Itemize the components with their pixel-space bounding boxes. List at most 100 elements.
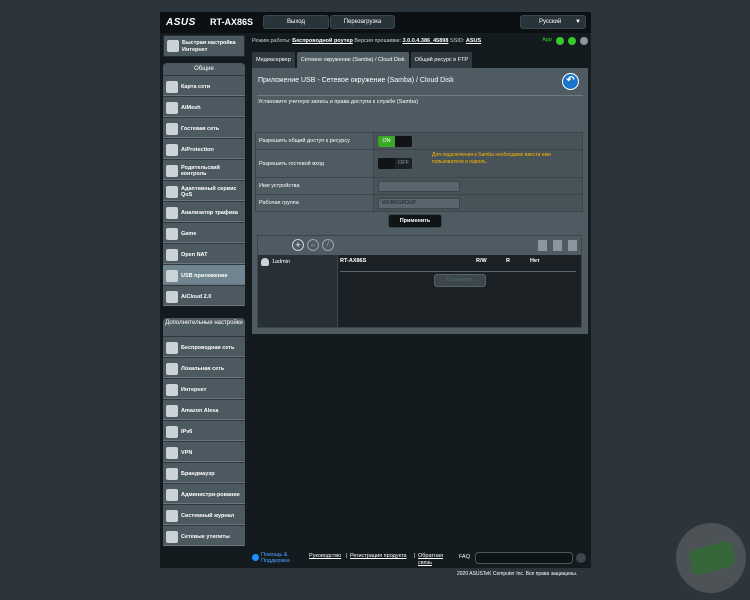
sidebar-item-advanced-4[interactable]: IPv6: [163, 420, 245, 441]
manual-link[interactable]: Руководство: [309, 553, 341, 559]
device-name-input[interactable]: [378, 180, 460, 192]
plus-icon: +: [295, 240, 301, 250]
guest-toggle[interactable]: OFF: [378, 158, 412, 169]
user-name: 1admin: [272, 259, 291, 265]
mode-link[interactable]: Беспроводной роутер: [292, 38, 353, 44]
guest-toggle-off: OFF: [398, 160, 409, 166]
footer: Помощь & Поддержка Руководство | Регистр…: [252, 552, 588, 566]
toggle-knob: [378, 158, 395, 169]
sidebar-item-advanced-1[interactable]: Локальная сеть: [163, 357, 245, 378]
qos-icon: [166, 186, 178, 198]
ssid-link[interactable]: ASUS: [466, 38, 481, 44]
sidebar-item-general-10[interactable]: AiCloud 2.0: [163, 285, 245, 306]
top-bar: ASUS RT-AX86S Выход Перезагрузка Русский…: [160, 12, 591, 33]
status-line: Режим работы: Беспроводной роутер Версия…: [252, 35, 588, 47]
faq-search-button[interactable]: [576, 553, 586, 563]
sidebar-item-label: VPN: [181, 449, 193, 456]
faq-search-input[interactable]: [475, 552, 573, 564]
sidebar-item-label: AiCloud 2.0: [181, 293, 212, 300]
sidebar-item-label: Сетевые утилиты: [181, 533, 230, 540]
sidebar-item-label: IPv6: [181, 428, 193, 435]
title-divider: [257, 95, 583, 96]
help-link[interactable]: Помощь & Поддержка: [261, 552, 297, 564]
sidebar-item-general-2[interactable]: Гостевая сеть: [163, 117, 245, 138]
language-select[interactable]: Русский ▼: [520, 15, 586, 29]
share-permissions-box: + − / 1admin RT-AX86S R/W R Нет Сохранит…: [257, 235, 582, 328]
usb-status-icon[interactable]: [580, 37, 588, 45]
quick-setup-icon: [167, 40, 179, 52]
tab-samba[interactable]: Сетевое окружение (Samba) / Cloud Disk: [296, 52, 409, 68]
open-nat-icon: [166, 249, 178, 261]
app-label[interactable]: App: [542, 37, 552, 45]
delete-folder-button[interactable]: [553, 240, 562, 251]
permissions-table: RT-AX86S R/W R Нет: [340, 258, 578, 268]
save-permissions-button[interactable]: Сохранить: [434, 274, 486, 287]
firmware-link[interactable]: 3.0.0.4.386_45898: [403, 38, 449, 44]
logout-button[interactable]: Выход: [263, 15, 329, 29]
sidebar-item-general-7[interactable]: Game: [163, 222, 245, 243]
tab-media-server[interactable]: Медиасервер: [252, 52, 295, 68]
aimesh-icon: [166, 102, 178, 114]
wifi-status-icon[interactable]: [568, 37, 576, 45]
workgroup-cell: WORKGROUP: [373, 194, 583, 212]
sidebar-item-label: Open NAT: [181, 251, 208, 258]
sidebar-item-general-4[interactable]: Родительский контроль: [163, 159, 245, 180]
sidebar-item-general-1[interactable]: AiMesh: [163, 96, 245, 117]
guest-network-icon: [166, 123, 178, 135]
router-ui-frame: ASUS RT-AX86S Выход Перезагрузка Русский…: [160, 12, 591, 568]
sidebar-item-label: AiProtection: [181, 146, 214, 153]
usb-icon: [166, 270, 178, 282]
guest-cell: OFF Для подключения к Samba необходимо в…: [373, 149, 583, 178]
sidebar-item-general-6[interactable]: Анализатор трафика: [163, 201, 245, 222]
sidebar-item-advanced-3[interactable]: Amazon Alexa: [163, 399, 245, 420]
apply-button[interactable]: Применить: [388, 214, 442, 228]
sidebar-item-label: Беспроводная сеть: [181, 344, 235, 351]
sidebar-item-label: Родительский контроль: [181, 164, 220, 177]
device-name: RT-AX86S: [340, 258, 367, 264]
add-folder-button[interactable]: [538, 240, 547, 251]
rename-folder-button[interactable]: [568, 240, 577, 251]
add-user-button[interactable]: +: [292, 239, 304, 251]
sidebar-item-label: USB приложение: [181, 272, 228, 279]
sidebar-item-advanced-7[interactable]: Администри-рование: [163, 483, 245, 504]
feedback-link[interactable]: Обратная связь: [418, 553, 448, 567]
sidebar-item-general-3[interactable]: AiProtection: [163, 138, 245, 159]
sidebar-item-label: Брандмауэр: [181, 470, 215, 477]
back-button[interactable]: ↶: [562, 73, 579, 90]
workgroup-input[interactable]: WORKGROUP: [378, 197, 460, 209]
tab-bar: Медиасервер Сетевое окружение (Samba) / …: [252, 52, 472, 68]
sidebar-item-advanced-6[interactable]: Брандмауэр: [163, 462, 245, 483]
globe-icon: [166, 384, 178, 396]
quick-setup-button[interactable]: Быстрая настройка Интернет: [163, 35, 245, 57]
sidebar-item-general-8[interactable]: Open NAT: [163, 243, 245, 264]
sidebar-item-advanced-5[interactable]: VPN: [163, 441, 245, 462]
wireless-icon: [166, 342, 178, 354]
internet-status-icon[interactable]: [556, 37, 564, 45]
sidebar-item-label: Amazon Alexa: [181, 407, 219, 414]
lan-icon: [166, 363, 178, 375]
sidebar-item-advanced-9[interactable]: Сетевые утилиты: [163, 525, 245, 546]
share-label: Разрешить общий доступ к ресурсу: [255, 132, 374, 150]
asus-logo: ASUS: [166, 17, 196, 28]
guest-label: Разрешить гостевой вход: [255, 149, 374, 178]
register-link[interactable]: Регистрация продукта: [350, 553, 407, 559]
edit-user-button[interactable]: /: [322, 239, 334, 251]
watermark-shape: [687, 539, 737, 577]
faq-label: FAQ: [459, 554, 471, 560]
reboot-button[interactable]: Перезагрузка: [330, 15, 395, 29]
sidebar-item-advanced-2[interactable]: Интернет: [163, 378, 245, 399]
ssid-label: SSID:: [449, 38, 465, 44]
share-toggle[interactable]: ON: [378, 135, 412, 147]
tab-ftp[interactable]: Общий ресурс в FTP: [410, 52, 472, 68]
share-cell: ON: [373, 132, 583, 150]
sidebar-item-advanced-0[interactable]: Беспроводная сеть: [163, 336, 245, 357]
sidebar-item-advanced-8[interactable]: Системный журнал: [163, 504, 245, 525]
sidebar-item-general-0[interactable]: Карта сети: [163, 75, 245, 96]
remove-user-button[interactable]: −: [307, 239, 319, 251]
alexa-icon: [166, 405, 178, 417]
permissions-divider: [340, 271, 576, 272]
model-name: RT-AX86S: [210, 17, 254, 27]
sidebar-item-general-9[interactable]: USB приложение: [163, 264, 245, 285]
user-item[interactable]: 1admin: [261, 258, 290, 266]
sidebar-item-general-5[interactable]: Адаптивный сервис QoS: [163, 180, 245, 201]
